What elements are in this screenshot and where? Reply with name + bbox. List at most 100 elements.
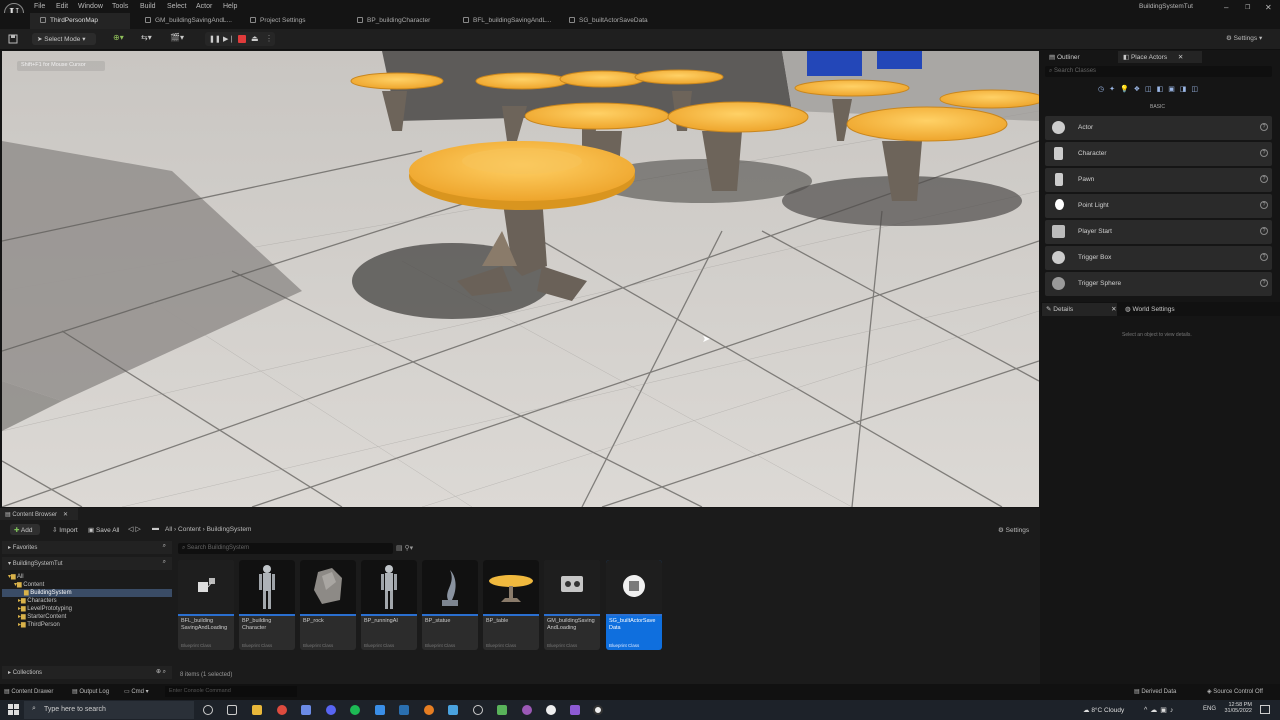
tree-characters[interactable]: ▸▆ Characters [18,597,57,604]
project-header[interactable]: ▾ BuildingSystemTut ⌕ [2,557,172,570]
taskbar-search[interactable]: ⌕ Type here to search [24,701,194,719]
save-all-button[interactable]: ▣ Save All [88,525,124,535]
weather-widget[interactable]: ☁ 8°C Cloudy [1083,706,1124,714]
level-viewport[interactable] [2,51,1039,507]
world-settings-tab[interactable]: ◍ World Settings [1122,305,1207,316]
menu-help[interactable]: Help [223,3,237,10]
tree-thirdperson[interactable]: ▸▆ ThirdPerson [18,621,60,628]
windows-start-icon[interactable] [8,704,19,715]
cinematics-icon[interactable]: 🎬▾ [170,33,190,45]
asset-tile-selected[interactable]: SG_builtActorSave Data Blueprint Class [606,560,662,650]
tree-levelprototyping[interactable]: ▸▆ LevelPrototyping [18,605,72,612]
place-actor-trigger-box[interactable]: Trigger Box? [1045,246,1272,270]
unreal-engine-icon[interactable] [593,705,603,715]
import-button[interactable]: ⇩ Import [52,525,82,535]
more-options-icon[interactable]: ⋮ [265,34,273,43]
app-icon[interactable] [375,705,385,715]
derived-data-button[interactable]: ▤ Derived Data [1134,688,1176,695]
menu-edit[interactable]: Edit [56,3,68,10]
app-icon[interactable] [448,705,458,715]
visual-studio-icon[interactable] [570,705,580,715]
tree-startercontent[interactable]: ▸▆ StarterContent [18,613,66,620]
app-icon[interactable] [497,705,507,715]
app-icon[interactable] [546,705,556,715]
collections-header[interactable]: ▸ Collections ⊕ ⌕ [2,666,172,679]
asset-tile[interactable]: BP_statue Blueprint Class [422,560,478,650]
menu-tools[interactable]: Tools [112,3,128,10]
app-icon[interactable] [424,705,434,715]
help-icon[interactable]: ? [1260,253,1268,261]
cmd-dropdown[interactable]: ▭ Cmd ▾ [124,688,149,695]
task-view-icon[interactable] [227,705,237,715]
app-icon[interactable] [473,705,483,715]
folder-icon[interactable]: ▬ [152,525,162,535]
place-actor-actor[interactable]: Actor? [1045,116,1272,140]
output-log-button[interactable]: ▤ Output Log [72,688,109,695]
outliner-tab[interactable]: ▤ Outliner [1045,52,1115,63]
content-browser-tab[interactable]: ▤ Content Browser ✕ [0,508,78,520]
asset-tile[interactable]: BP_rock Blueprint Class [300,560,356,650]
add-actor-icon[interactable]: ⊕▾ [113,33,133,45]
tab-sg-built-actor[interactable]: SG_builtActorSaveData [559,13,659,29]
menu-actor[interactable]: Actor [196,3,212,10]
help-icon[interactable]: ? [1260,149,1268,157]
help-icon[interactable]: ? [1260,279,1268,287]
tab-thirdpersonmap[interactable]: ThirdPersonMap [30,13,130,29]
breadcrumb-content[interactable]: Content [178,526,201,533]
console-input[interactable]: Enter Console Command [165,686,297,697]
eject-icon[interactable]: ⏏ [251,34,261,43]
minimize-icon[interactable]: – [1224,3,1228,12]
add-button[interactable]: ✚ Add [10,524,40,535]
menu-window[interactable]: Window [78,3,103,10]
close-icon[interactable]: ✕ [1265,3,1272,12]
cortana-icon[interactable] [203,705,213,715]
breadcrumb-all[interactable]: All [165,526,172,533]
history-nav-icons[interactable]: ◁ ▷ [128,525,150,535]
breadcrumb-buildingsystem[interactable]: BuildingSystem [207,526,252,533]
tab-bfl-building[interactable]: BFL_buildingSavingAndL... [453,13,558,29]
language-indicator[interactable]: ENG [1203,706,1216,712]
asset-tile[interactable]: BP_building Character Blueprint Class [239,560,295,650]
asset-tile[interactable]: BP_runningAI Blueprint Class [361,560,417,650]
tab-bp-building-character[interactable]: BP_buildingCharacter [347,13,447,29]
help-icon[interactable]: ? [1260,175,1268,183]
place-actor-pawn[interactable]: Pawn? [1045,168,1272,192]
menu-file[interactable]: File [34,3,45,10]
tab-gm-building[interactable]: GM_buildingSavingAndL... [135,13,235,29]
search-classes-input[interactable]: ⌕ Search Classes [1045,66,1272,77]
asset-tile[interactable]: GM_buildingSaving AndLoading Blueprint Cl… [544,560,600,650]
asset-tile[interactable]: BP_table Blueprint Class [483,560,539,650]
details-tab[interactable]: ✎ Details ✕ [1042,303,1117,316]
asset-search-input[interactable]: ⌕ Search BuildingSystem [178,543,393,554]
favorites-header[interactable]: ▸ Favorites ⌕ [2,541,172,554]
place-actors-tab[interactable]: ◧ Place Actors ✕ [1118,51,1202,63]
search-icon[interactable]: ⌕ [163,543,166,550]
photos-icon[interactable] [301,705,311,715]
help-icon[interactable]: ? [1260,201,1268,209]
menu-select[interactable]: Select [167,3,186,10]
cb-settings-button[interactable]: ⚙ Settings [998,526,1029,534]
asset-tile[interactable]: BFL_building SavingAndLoading Blueprint C… [178,560,234,650]
blueprint-menu-icon[interactable]: ⇆▾ [141,33,161,45]
chrome-icon[interactable] [277,705,287,715]
tab-project-settings[interactable]: Project Settings [240,13,340,29]
source-control-button[interactable]: ◈ Source Control Off [1207,688,1263,695]
close-tab-icon[interactable]: ✕ [1111,306,1116,313]
actor-category-icons[interactable]: ◷✦💡❖◫◧▣◨◫ [1098,85,1223,97]
place-actor-character[interactable]: Character? [1045,142,1272,166]
step-icon[interactable]: ▶❘ [223,35,234,43]
content-drawer-button[interactable]: ▤ Content Drawer [4,688,53,695]
search-icon[interactable]: ⌕ [163,559,166,566]
close-tab-icon[interactable]: ✕ [1178,54,1183,61]
help-icon[interactable]: ? [1260,227,1268,235]
system-tray-icons[interactable]: ^☁▣♪ [1144,706,1176,714]
menu-build[interactable]: Build [140,3,156,10]
file-explorer-icon[interactable] [252,705,262,715]
filter-icon[interactable]: ▤ ⚲▾ [396,544,413,552]
save-icon[interactable] [8,33,18,44]
steam-icon[interactable] [399,705,409,715]
add-collection-icon[interactable]: ⊕ ⌕ [156,668,166,676]
notification-icon[interactable] [1260,705,1270,714]
close-tab-icon[interactable]: ✕ [63,512,68,518]
pause-icon[interactable]: ❚❚ [209,35,221,43]
